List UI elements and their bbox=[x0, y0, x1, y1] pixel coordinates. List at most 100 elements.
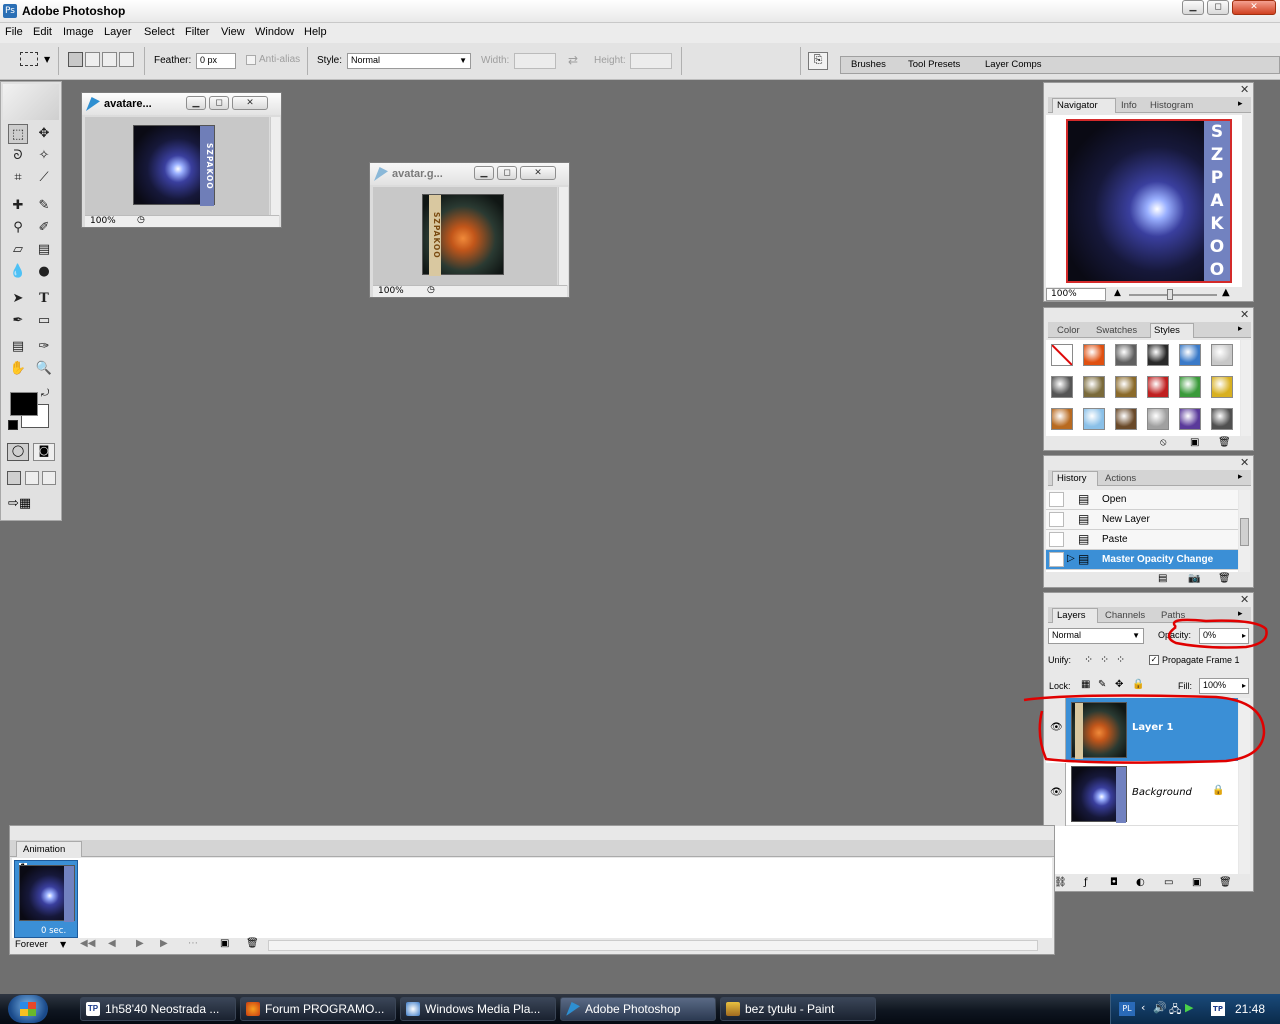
doc-maximize-button[interactable]: ◻ bbox=[209, 96, 229, 110]
panel-close-icon[interactable]: ✕ bbox=[1240, 593, 1249, 606]
new-snapshot-icon[interactable]: 📷 bbox=[1188, 573, 1200, 584]
navigator-zoom-field[interactable]: 100% bbox=[1046, 288, 1106, 301]
style-swatch-none[interactable] bbox=[1051, 344, 1073, 366]
style-swatch[interactable] bbox=[1051, 376, 1073, 398]
document-canvas-area[interactable]: SZPAKOO bbox=[373, 187, 557, 285]
palette-tab-tool-presets[interactable]: Tool Presets bbox=[908, 59, 960, 70]
horizontal-scrollbar[interactable] bbox=[268, 940, 1038, 951]
adjustment-layer-icon[interactable]: ◐ bbox=[1136, 877, 1145, 888]
panel-close-icon[interactable]: ✕ bbox=[1240, 83, 1249, 96]
clear-style-icon[interactable]: ⦸ bbox=[1160, 437, 1167, 448]
blur-tool-icon[interactable]: 💧 bbox=[8, 262, 28, 282]
maximize-button[interactable]: ◻ bbox=[1207, 0, 1229, 15]
zoom-slider-track[interactable] bbox=[1129, 294, 1217, 296]
green-arrow-icon[interactable]: ▶ bbox=[1185, 1001, 1193, 1014]
next-frame-icon[interactable]: ▶ bbox=[160, 938, 168, 949]
history-brush-source-box[interactable] bbox=[1049, 552, 1064, 567]
gradient-tool-icon[interactable]: ▤ bbox=[34, 240, 54, 260]
history-item-paste[interactable]: ▤ Paste bbox=[1046, 530, 1238, 550]
pen-tool-icon[interactable]: ✒ bbox=[8, 311, 28, 331]
tab-info[interactable]: Info bbox=[1121, 100, 1137, 111]
menu-select[interactable]: Select bbox=[144, 26, 175, 38]
panel-menu-icon[interactable]: ▸ bbox=[1238, 99, 1243, 109]
history-brush-source-box[interactable] bbox=[1049, 512, 1064, 527]
style-swatch[interactable] bbox=[1211, 376, 1233, 398]
style-swatch[interactable] bbox=[1083, 344, 1105, 366]
add-mask-icon[interactable]: ◘ bbox=[1110, 877, 1118, 888]
trash-icon[interactable]: 🗑 bbox=[1219, 877, 1232, 888]
start-button[interactable] bbox=[8, 995, 48, 1023]
doc-close-button[interactable]: ✕ bbox=[520, 166, 556, 180]
status-menu-icon[interactable]: ◷ bbox=[427, 285, 435, 295]
play-icon[interactable]: ▶ bbox=[136, 938, 144, 949]
dodge-tool-icon[interactable]: ● bbox=[34, 262, 54, 282]
foreground-color-swatch[interactable] bbox=[10, 392, 38, 416]
palette-tab-brushes[interactable]: Brushes bbox=[851, 59, 886, 70]
status-menu-icon[interactable]: ◷ bbox=[137, 215, 145, 225]
swap-colors-icon[interactable]: ⤾ bbox=[41, 388, 49, 399]
visibility-cell[interactable]: 👁 bbox=[1046, 763, 1066, 826]
style-swatch[interactable] bbox=[1147, 376, 1169, 398]
history-brush-tool-icon[interactable]: ✐ bbox=[34, 218, 54, 238]
tab-history[interactable]: History bbox=[1057, 473, 1087, 484]
standard-mode-icon[interactable]: ◯ bbox=[7, 443, 29, 461]
type-tool-icon[interactable]: T bbox=[34, 289, 54, 309]
style-swatch[interactable] bbox=[1179, 408, 1201, 430]
chevron-down-icon[interactable]: ▼ bbox=[60, 940, 66, 949]
link-layers-icon[interactable]: ⛓ bbox=[1054, 877, 1067, 888]
zoom-tool-icon[interactable]: 🔍 bbox=[34, 359, 54, 379]
taskbar-button-media-player[interactable]: Windows Media Pla... bbox=[400, 997, 556, 1021]
vertical-scrollbar[interactable] bbox=[1239, 490, 1250, 572]
history-state-slider-icon[interactable]: ▷ bbox=[1067, 553, 1075, 564]
history-brush-source-box[interactable] bbox=[1049, 492, 1064, 507]
previous-frame-icon[interactable]: ◀ bbox=[108, 938, 116, 949]
history-brush-source-box[interactable] bbox=[1049, 532, 1064, 547]
history-item-master-opacity-change[interactable]: ▷ ▤ Master Opacity Change bbox=[1046, 550, 1238, 570]
style-swatch[interactable] bbox=[1051, 408, 1073, 430]
file-browser-icon[interactable]: ⎘ bbox=[808, 52, 828, 70]
document-zoom[interactable]: 100% bbox=[90, 216, 116, 226]
scrollbar-thumb[interactable] bbox=[1240, 518, 1249, 546]
panel-close-icon[interactable]: ✕ bbox=[1240, 308, 1249, 321]
tray-expand-icon[interactable]: ‹ bbox=[1141, 1001, 1145, 1014]
menu-image[interactable]: Image bbox=[63, 26, 94, 38]
style-swatch[interactable] bbox=[1179, 376, 1201, 398]
height-input[interactable] bbox=[630, 53, 672, 69]
animation-frame-1[interactable]: 1 0 sec. bbox=[14, 860, 78, 938]
doc-minimize-button[interactable]: ▁ bbox=[474, 166, 494, 180]
tab-histogram[interactable]: Histogram bbox=[1150, 100, 1193, 111]
full-screen-menu-mode-icon[interactable] bbox=[25, 471, 39, 485]
taskbar-button-neostrada[interactable]: TP 1h58'40 Neostrada ... bbox=[80, 997, 236, 1021]
add-selection-icon[interactable] bbox=[85, 52, 100, 67]
doc-maximize-button[interactable]: ◻ bbox=[497, 166, 517, 180]
shape-tool-icon[interactable]: ▭ bbox=[34, 311, 54, 331]
style-swatch[interactable] bbox=[1147, 408, 1169, 430]
document-title-bar[interactable]: avatar.g... ▁ ◻ ✕ bbox=[370, 163, 569, 185]
navigator-preview[interactable]: S Z P A K O O bbox=[1046, 115, 1242, 287]
intersect-selection-icon[interactable] bbox=[119, 52, 134, 67]
layer-style-icon[interactable]: ƒ bbox=[1084, 877, 1088, 888]
trash-icon[interactable]: 🗑 bbox=[1218, 573, 1231, 584]
eraser-tool-icon[interactable]: ▱ bbox=[8, 240, 28, 260]
menu-help[interactable]: Help bbox=[304, 26, 327, 38]
style-swatch[interactable] bbox=[1179, 344, 1201, 366]
new-group-icon[interactable]: ▭ bbox=[1164, 877, 1173, 888]
magic-wand-tool-icon[interactable]: ✧ bbox=[34, 146, 54, 166]
palette-tab-layer-comps[interactable]: Layer Comps bbox=[985, 59, 1042, 70]
taskbar-button-paint[interactable]: bez tytułu - Paint bbox=[720, 997, 876, 1021]
layer-name[interactable]: Background bbox=[1132, 787, 1192, 798]
history-item-open[interactable]: ▤ Open bbox=[1046, 490, 1238, 510]
menu-view[interactable]: View bbox=[221, 26, 245, 38]
tp-tray-icon[interactable]: TP bbox=[1211, 1002, 1225, 1016]
jump-to-imageready-icon[interactable]: ⇨▦ bbox=[8, 496, 54, 514]
document-title-bar[interactable]: avatare... ▁ ◻ ✕ bbox=[82, 93, 281, 115]
zoom-slider-thumb[interactable] bbox=[1167, 289, 1173, 300]
clone-stamp-tool-icon[interactable]: ⚲ bbox=[8, 218, 28, 238]
language-indicator[interactable]: PL bbox=[1119, 1002, 1135, 1016]
style-swatch[interactable] bbox=[1147, 344, 1169, 366]
path-selection-tool-icon[interactable]: ➤ bbox=[8, 289, 28, 309]
feather-input[interactable]: 0 px bbox=[196, 53, 236, 69]
doc-minimize-button[interactable]: ▁ bbox=[186, 96, 206, 110]
duplicate-frame-icon[interactable]: ▣ bbox=[220, 938, 229, 949]
rectangular-marquee-tool-icon[interactable]: ⬚ bbox=[8, 124, 28, 144]
